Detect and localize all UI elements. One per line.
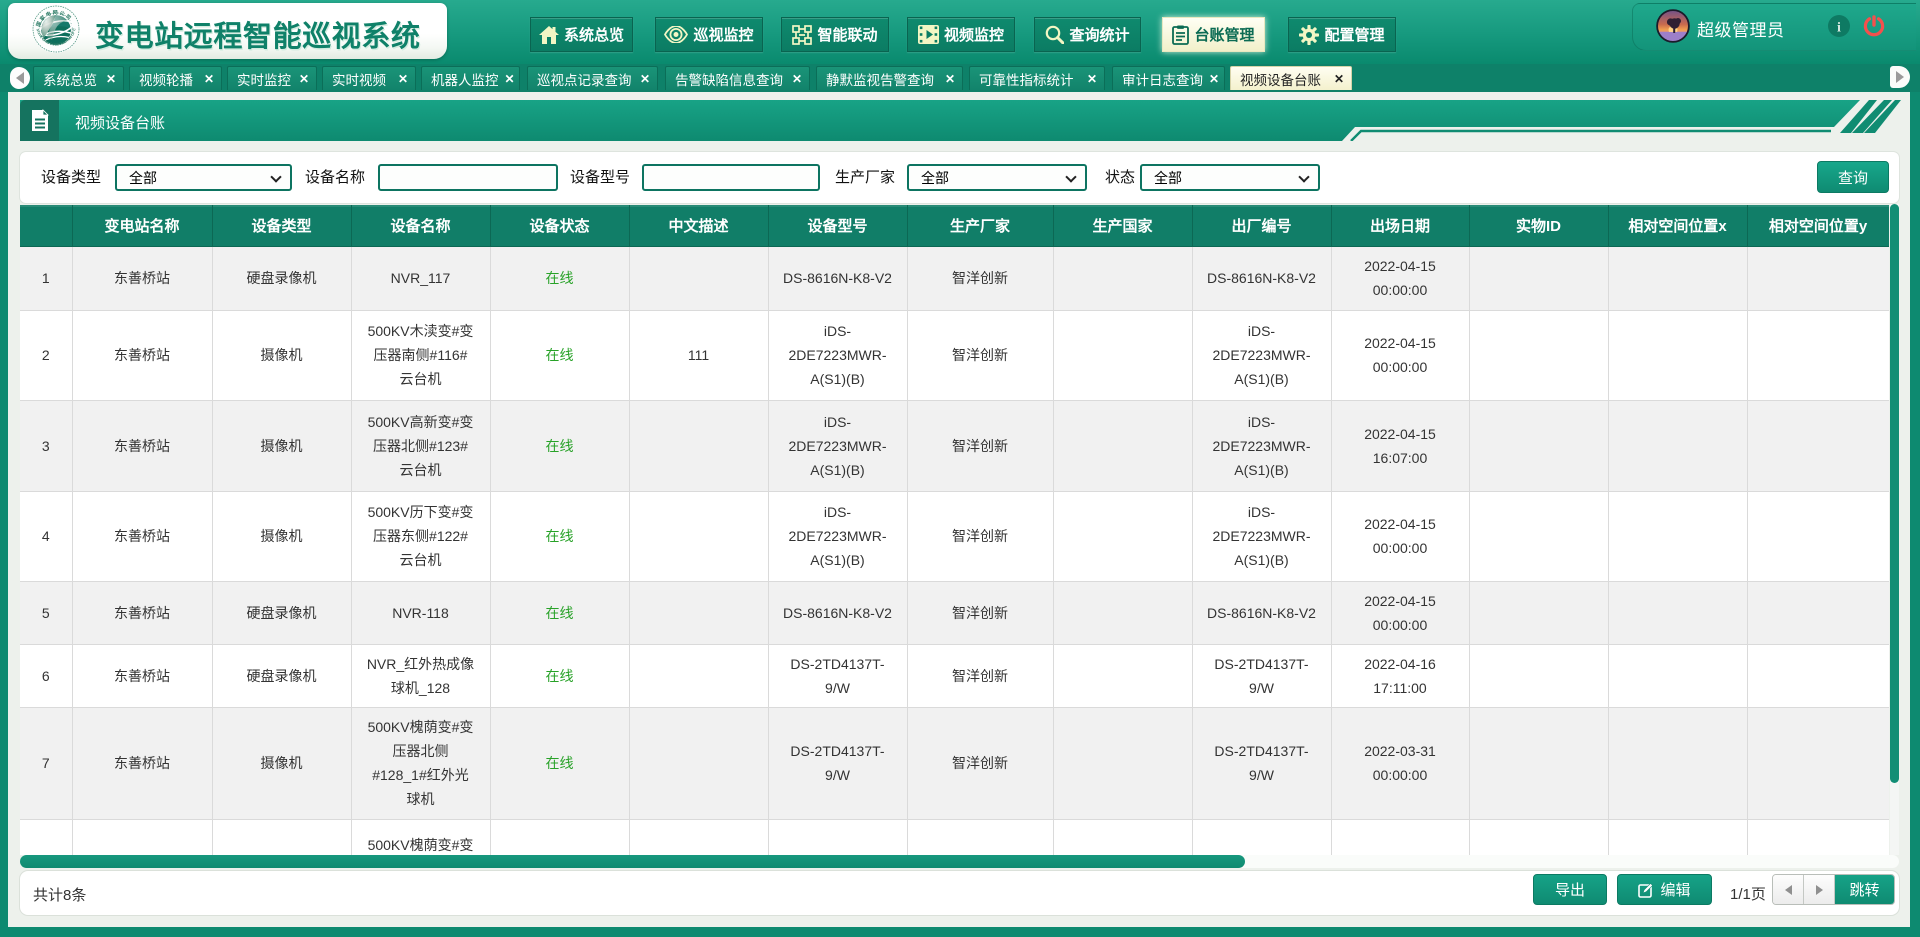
svg-text:i: i <box>1837 21 1841 36</box>
